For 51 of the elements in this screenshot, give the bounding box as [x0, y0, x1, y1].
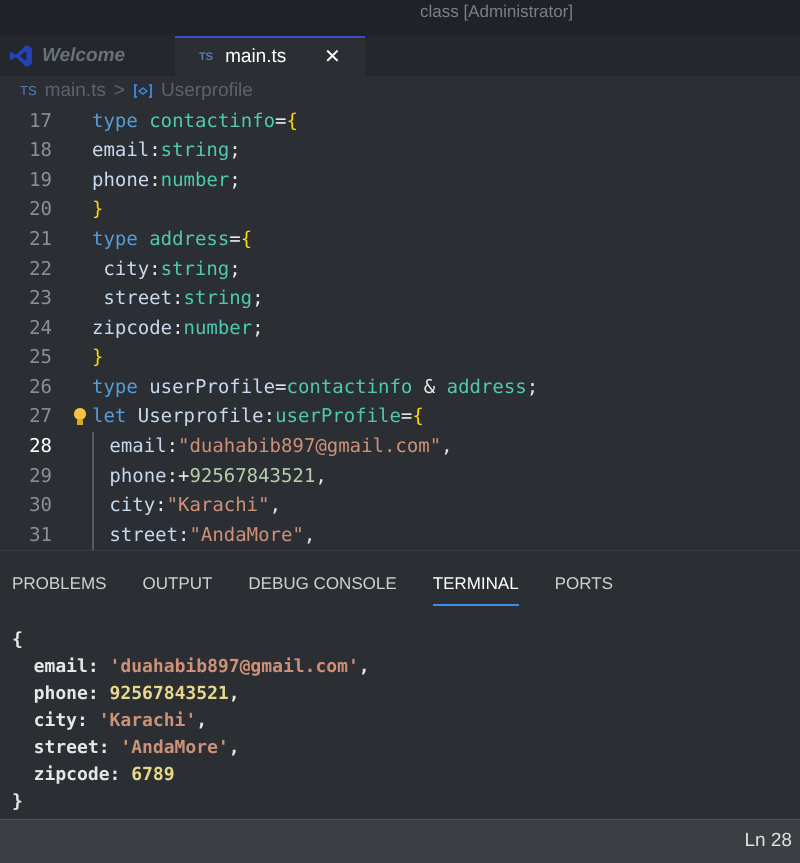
line-number: 31 [28, 522, 52, 548]
code-line: type contactinfo={ [92, 108, 298, 134]
terminal-line: phone: 92567843521, [32, 682, 241, 706]
lightbulb-icon[interactable] [72, 406, 88, 427]
line-number: 30 [28, 493, 52, 518]
code-line: email:"duahabib897@gmail.com", [108, 434, 453, 460]
terminal-line: { [12, 628, 24, 652]
file-type-label: TS [199, 50, 214, 65]
app-logo-icon [8, 43, 34, 69]
code-line: type address={ [92, 226, 252, 252]
terminal-line: city: 'Karachi', [32, 709, 208, 733]
symbol-icon [132, 83, 153, 99]
code-line: zipcode:number; [92, 316, 264, 341]
line-number: 28 [28, 434, 52, 460]
line-number: 21 [28, 226, 52, 252]
terminal-line: } [12, 790, 24, 814]
code-line: } [92, 197, 104, 222]
code-line: street:string; [102, 286, 264, 312]
line-number: 29 [28, 464, 52, 489]
code-line: city:"Karachi", [108, 493, 282, 518]
line-number: 25 [28, 345, 52, 370]
code-line: type userProfile=contactinfo & address; [92, 374, 538, 400]
line-number: 22 [28, 256, 52, 282]
line-number: 23 [28, 286, 52, 312]
code-line: street:"AndaMore", [108, 522, 316, 548]
code-line: } [92, 345, 104, 370]
window-title: class [Administrator] [420, 2, 574, 22]
panel-tab[interactable]: DEBUG CONSOLE [248, 570, 397, 606]
line-number: 19 [28, 168, 52, 193]
terminal-line: street: 'AndaMore', [32, 736, 241, 760]
line-number: 17 [28, 108, 52, 134]
code-line: phone:number; [92, 168, 241, 193]
terminal-line: zipcode: 6789 [32, 763, 176, 787]
editor-tab[interactable]: TS main.ts ✕ [175, 36, 365, 76]
line-number: 27 [28, 404, 52, 430]
line-number: 26 [28, 374, 52, 400]
file-type-label: TS [20, 82, 37, 100]
panel-tab[interactable]: PORTS [554, 570, 613, 606]
terminal-line: email: 'duahabib897@gmail.com', [32, 655, 371, 679]
code-line: let Userprofile:userProfile={ [92, 404, 424, 430]
line-number: 18 [28, 138, 52, 164]
code-line: phone:+92567843521, [108, 464, 327, 489]
line-number: 24 [28, 316, 52, 341]
breadcrumb-separator: > [114, 78, 125, 103]
close-tab-button[interactable]: ✕ [324, 42, 341, 72]
panel-tab[interactable]: OUTPUT [142, 570, 212, 606]
panel-tab[interactable]: PROBLEMS [12, 570, 106, 606]
cursor-position[interactable]: Ln 28 [744, 827, 792, 856]
line-number: 20 [28, 197, 52, 222]
code-line: city:string; [102, 256, 241, 282]
code-line: email:string; [92, 138, 241, 164]
